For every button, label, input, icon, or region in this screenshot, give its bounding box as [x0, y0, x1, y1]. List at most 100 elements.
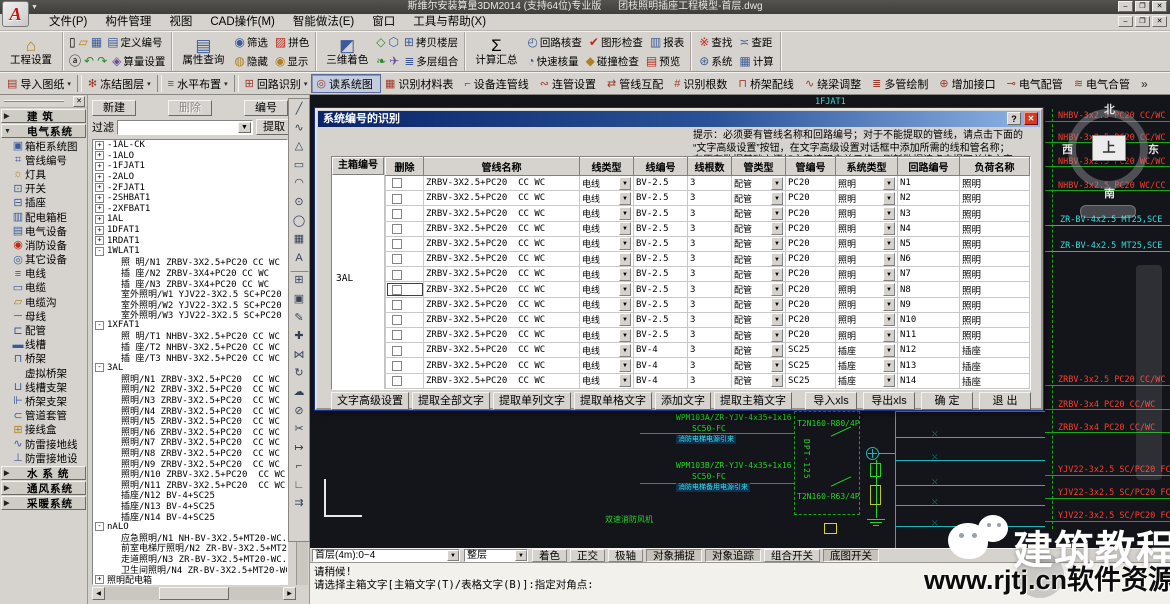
column-header[interactable]: 回路编号: [898, 158, 960, 176]
close-icon[interactable]: ✕: [73, 96, 85, 107]
load-name-cell[interactable]: 插座: [960, 343, 1030, 358]
pipe-name-cell[interactable]: ZRBV-3X2.5+PC20 CC WC: [424, 358, 580, 373]
duct-type-cell[interactable]: 配管▼: [732, 221, 786, 236]
sidebar-item[interactable]: ∿ 防雷接地线: [0, 437, 87, 451]
duct-type-cell[interactable]: 配管▼: [732, 267, 786, 282]
load-name-cell[interactable]: 照明: [960, 176, 1030, 191]
distance-button[interactable]: ≍查距: [737, 33, 774, 51]
rectangle-icon[interactable]: ▭: [290, 156, 309, 175]
wire-type-cell[interactable]: 电线▼: [580, 373, 634, 388]
delete-cell[interactable]: [386, 312, 424, 327]
arc-icon[interactable]: ◠: [290, 174, 309, 193]
chevron-down-icon[interactable]: ▼: [619, 313, 631, 326]
delete-cell[interactable]: [386, 267, 424, 282]
dialog-title-bar[interactable]: 系统编号的识别: [318, 111, 1040, 127]
wire-count-cell[interactable]: 3: [688, 297, 732, 312]
electric-merge-pipe[interactable]: ≋ 电气合管: [1070, 74, 1137, 93]
duct-number-cell[interactable]: SC25: [786, 373, 836, 388]
chevron-down-icon[interactable]: ▼: [883, 313, 895, 326]
delete-cell[interactable]: [386, 328, 424, 343]
status-toggle[interactable]: 对象追踪: [705, 549, 761, 562]
chevron-down-icon[interactable]: ▼: [619, 359, 631, 372]
wire-number-cell[interactable]: BV-4: [634, 343, 688, 358]
tree-expand-icon[interactable]: +: [95, 204, 104, 213]
tree-item[interactable]: +-1ALO: [93, 151, 287, 162]
delete-checkbox[interactable]: [392, 270, 402, 280]
ZRBV-3X2.5+PC20 CC WC[interactable]: ZRBV-3X2.5+PC20 CC WC 电线▼ BV-2.5 3 配管▼ P…: [386, 221, 1030, 236]
wire-number-cell[interactable]: BV-2.5: [634, 206, 688, 221]
delete-checkbox[interactable]: [392, 330, 402, 340]
chevron-down-icon[interactable]: ▼: [883, 268, 895, 281]
wire-type-cell[interactable]: 电线▼: [580, 297, 634, 312]
help-icon[interactable]: ?: [1007, 112, 1021, 125]
delete-cell[interactable]: [386, 236, 424, 251]
rotate-icon[interactable]: ↻: [290, 364, 309, 383]
wire-number-cell[interactable]: BV-2.5: [634, 191, 688, 206]
duct-type-cell[interactable]: 配管▼: [732, 282, 786, 297]
system-type-cell[interactable]: 照明▼: [836, 206, 898, 221]
wire-count-cell[interactable]: 3: [688, 373, 732, 388]
delete-cell[interactable]: [386, 221, 424, 236]
wire-count-cell[interactable]: 3: [688, 312, 732, 327]
system-type-cell[interactable]: 照明▼: [836, 236, 898, 251]
tree-item[interactable]: +-2ALO: [93, 172, 287, 183]
chevron-down-icon[interactable]: ▼: [619, 268, 631, 281]
pipe-name-cell[interactable]: ZRBV-3X2.5+PC20 CC WC: [424, 282, 580, 297]
ZRBV-3X2.5+PC20 CC WC[interactable]: ZRBV-3X2.5+PC20 CC WC 电线▼ BV-2.5 3 配管▼ P…: [386, 252, 1030, 267]
wire-number-cell[interactable]: BV-2.5: [634, 312, 688, 327]
dialog-confirm-button[interactable]: 导出xls: [863, 392, 915, 410]
status-toggle[interactable]: 底图开关: [823, 549, 879, 562]
new-file-icon[interactable]: ▯: [69, 36, 76, 48]
sidebar-item[interactable]: ⊓ 桥架: [0, 352, 87, 366]
circuit-check-button[interactable]: ◴回路核查: [525, 33, 583, 51]
new-button[interactable]: 新建: [92, 100, 136, 116]
status-toggle[interactable]: 着色: [532, 549, 567, 562]
sidebar-item[interactable]: ▤ 电气设备: [0, 224, 87, 238]
chevron-down-icon[interactable]: ▼: [619, 329, 631, 342]
offset-icon[interactable]: ⌐: [290, 457, 309, 476]
sidebar-item[interactable]: ⊏ 配管: [0, 323, 87, 337]
compass-south-label[interactable]: 南: [1104, 185, 1115, 201]
chevron-down-icon[interactable]: ▼: [883, 192, 895, 205]
ZRBV-3X2.5+PC20 CC WC[interactable]: ZRBV-3X2.5+PC20 CC WC 电线▼ BV-2.5 3 配管▼ P…: [386, 236, 1030, 251]
tree-expand-icon[interactable]: +: [95, 575, 104, 584]
tree-item[interactable]: +-1FJAT1: [93, 161, 287, 172]
delete-cell[interactable]: [386, 297, 424, 312]
chevron-down-icon[interactable]: ▼: [883, 344, 895, 357]
erase-icon[interactable]: ⊘: [290, 402, 309, 421]
wire-count-cell[interactable]: 3: [688, 343, 732, 358]
tree-expand-icon[interactable]: +: [95, 151, 104, 160]
chevron-down-icon[interactable]: ▼: [771, 253, 783, 266]
duct-number-cell[interactable]: PC20: [786, 267, 836, 282]
menu-item[interactable]: 智能做法(E): [284, 15, 363, 30]
pipe-connect-settings[interactable]: ∾ 连管设置: [536, 74, 603, 93]
wire-type-cell[interactable]: 电线▼: [580, 312, 634, 327]
sidebar-item[interactable]: ▬ 线槽: [0, 338, 87, 352]
system-type-cell[interactable]: 照明▼: [836, 221, 898, 236]
load-name-cell[interactable]: 照明: [960, 191, 1030, 206]
compass-west-label[interactable]: 西: [1062, 141, 1073, 157]
circuit-number-cell[interactable]: N9: [898, 297, 960, 312]
duct-number-cell[interactable]: SC25: [786, 358, 836, 373]
duct-number-cell[interactable]: PC20: [786, 176, 836, 191]
delete-checkbox[interactable]: [392, 178, 402, 188]
shade-3d-button[interactable]: ◩ 三维着色: [320, 33, 374, 70]
quick-access-chevron-icon[interactable]: ▼: [31, 4, 38, 11]
wire-number-cell[interactable]: BV-2.5: [634, 328, 688, 343]
delete-cell[interactable]: [386, 252, 424, 267]
chevron-down-icon[interactable]: ▼: [619, 344, 631, 357]
sidebar-item[interactable]: ◎ 其它设备: [0, 253, 87, 267]
duct-number-cell[interactable]: PC20: [786, 206, 836, 221]
tree-expand-icon[interactable]: -: [95, 321, 104, 330]
wire-count-cell[interactable]: 3: [688, 206, 732, 221]
wire-count-cell[interactable]: 3: [688, 236, 732, 251]
ZRBV-3X2.5+PC20 CC WC[interactable]: ZRBV-3X2.5+PC20 CC WC 电线▼ BV-4 3 配管▼ SC2…: [386, 358, 1030, 373]
circuit-number-cell[interactable]: N10: [898, 312, 960, 327]
tree-expand-icon[interactable]: +: [95, 173, 104, 182]
wire-count-cell[interactable]: 3: [688, 282, 732, 297]
category-heating[interactable]: ▶ 采暖系统: [1, 496, 86, 510]
app-close-button[interactable]: ✕: [1152, 1, 1167, 12]
view-cube-icon[interactable]: ◇: [376, 36, 385, 48]
orbit-icon[interactable]: ⬡: [388, 36, 398, 48]
chevron-down-icon[interactable]: ▼: [619, 253, 631, 266]
